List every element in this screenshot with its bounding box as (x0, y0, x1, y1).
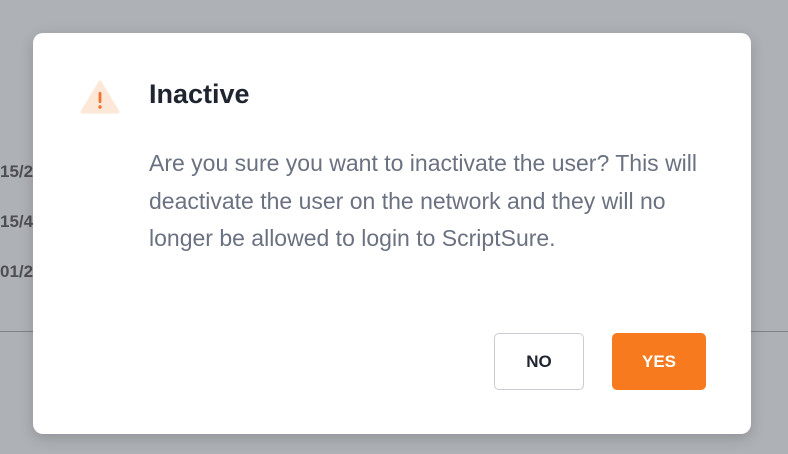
dialog-title: Inactive (149, 79, 250, 109)
yes-button[interactable]: YES (612, 333, 706, 390)
dialog-message: Are you sure you want to inactivate the … (149, 150, 698, 251)
background-date-fragment: 01/2 (0, 262, 34, 281)
background-date-fragment: 15/4 (0, 212, 34, 231)
background-date-fragment: 15/2 (0, 162, 34, 181)
inactivate-user-dialog: Inactive Are you sure you want to inacti… (33, 33, 751, 434)
warning-icon (80, 80, 120, 114)
no-button[interactable]: NO (494, 333, 584, 390)
